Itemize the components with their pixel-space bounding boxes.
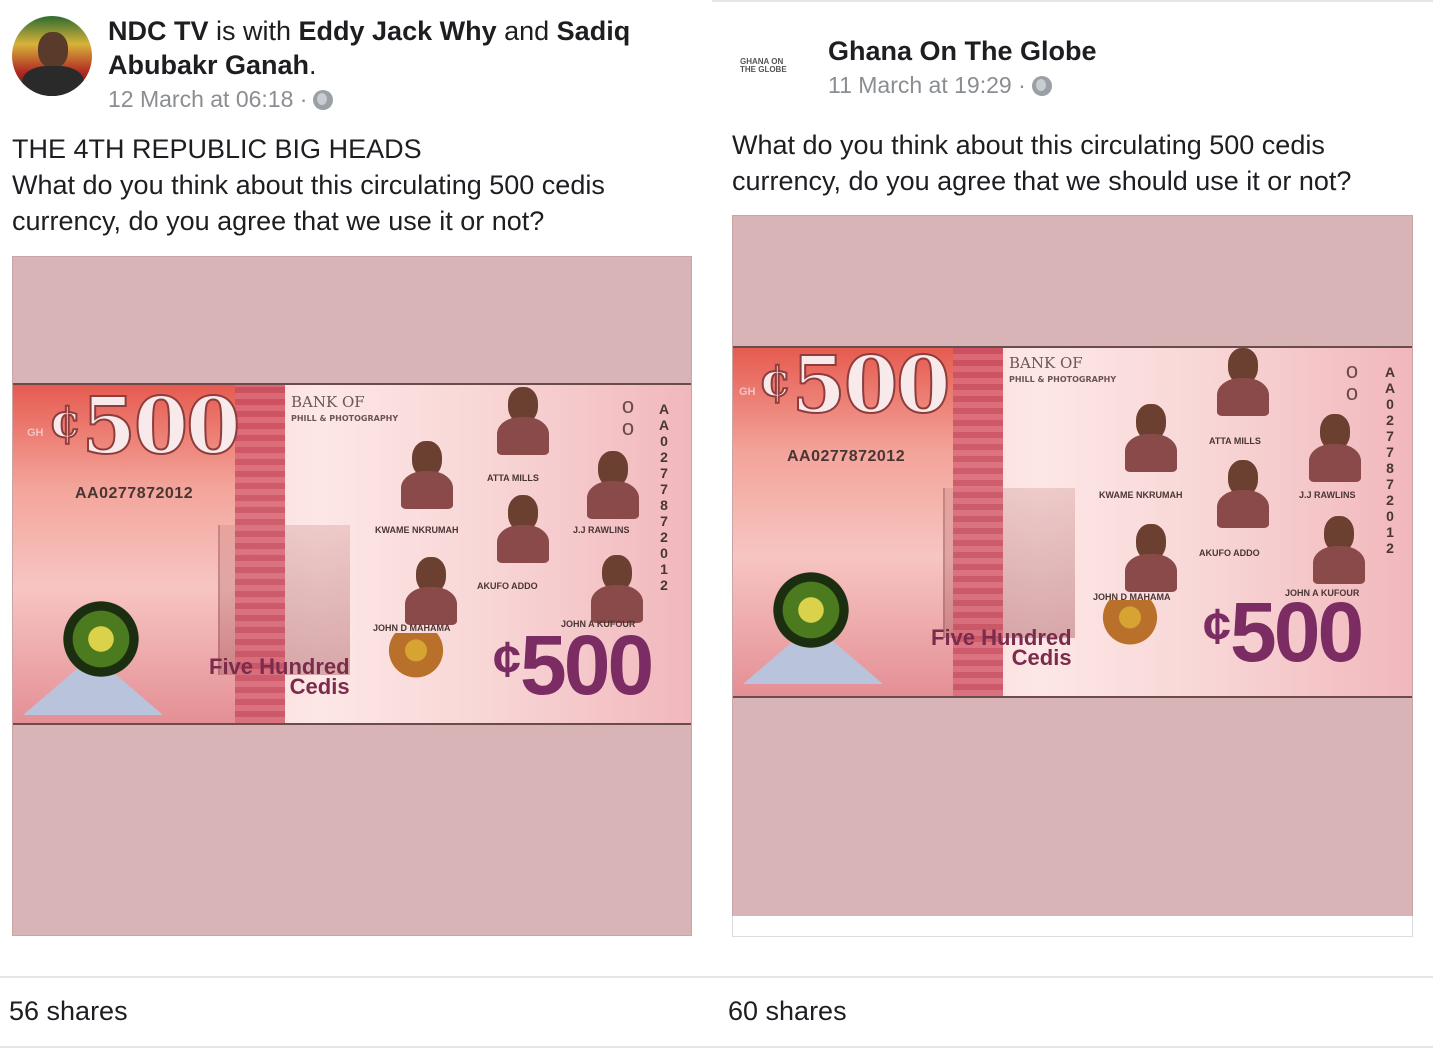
- divider: [0, 976, 712, 978]
- bank-title: BANK OF PHILL & PHOTOGRAPHY: [1009, 354, 1117, 385]
- period: .: [309, 50, 317, 80]
- post-text-line: currency, do you agree that we should us…: [732, 166, 1352, 196]
- portrait-nkrumah: [1125, 404, 1177, 472]
- vertical-serial: AA027787 2012: [658, 401, 670, 593]
- portrait-label: AKUFO ADDO: [1199, 548, 1260, 558]
- portrait-label: AKUFO ADDO: [477, 581, 538, 591]
- post-meta: 12 March at 06:18 ·: [108, 86, 334, 113]
- tagged-person-link[interactable]: Eddy Jack Why: [299, 16, 497, 46]
- serial-number: AA0277872012: [75, 485, 194, 502]
- denomination-top: ¢500: [758, 346, 951, 432]
- portrait-mahama: [1125, 524, 1177, 592]
- portrait-akufo-addo: [1217, 460, 1269, 528]
- timestamp-link[interactable]: 12 March at 06:18 ·: [108, 86, 307, 113]
- post-text: THE 4TH REPUBLIC BIG HEADS What do you t…: [12, 131, 605, 239]
- banknote-rings: o o: [1345, 358, 1359, 405]
- adinkra-symbol: [767, 566, 855, 654]
- portrait-rawlings: [1309, 414, 1361, 482]
- post-header: NDC TV is with Eddy Jack Why and Sadiq Ab…: [108, 14, 688, 82]
- portrait-mahama: [405, 557, 457, 625]
- portrait-kufuor: [591, 555, 643, 623]
- shares-count[interactable]: 56 shares: [9, 996, 128, 1027]
- portrait-label: JOHN D MAHAMA: [373, 623, 451, 633]
- portrait-label: KWAME NKRUMAH: [375, 525, 459, 535]
- denomination-bottom: ¢500: [1203, 585, 1364, 679]
- post-text-line: THE 4TH REPUBLIC BIG HEADS: [12, 134, 422, 164]
- gh-prefix: GH: [27, 427, 44, 439]
- author-link[interactable]: NDC TV: [108, 16, 209, 46]
- author-link[interactable]: Ghana On The Globe: [828, 34, 1097, 68]
- serial-number: AA0277872012: [787, 448, 906, 465]
- image-frame-bottom: [732, 916, 1413, 937]
- globe-icon[interactable]: [313, 89, 334, 110]
- avatar-suit: [22, 66, 84, 96]
- tagged-person-link[interactable]: Sadiq: [557, 16, 631, 46]
- and-text: and: [496, 16, 557, 46]
- divider: [712, 976, 1433, 978]
- coat-of-arms: [381, 633, 451, 691]
- adinkra-symbol: [57, 595, 145, 683]
- post-ghana-on-the-globe: GHANA ON THE GLOBE Ghana On The Globe 11…: [712, 0, 1433, 1051]
- portrait-label: J.J RAWLINS: [573, 525, 630, 535]
- post-text: What do you think about this circulating…: [732, 127, 1351, 199]
- portrait-kufuor: [1313, 516, 1365, 584]
- portrait-label: KWAME NKRUMAH: [1099, 490, 1183, 500]
- portrait-atta-mills: [1217, 348, 1269, 416]
- post-image[interactable]: GH ¢500 AA0277872012 BANK OF PHILL & PHOT…: [732, 215, 1413, 917]
- divider: [0, 1046, 712, 1048]
- portrait-atta-mills: [497, 387, 549, 455]
- post-text-line: What do you think about this circulating…: [732, 130, 1325, 160]
- tagged-person-link[interactable]: Abubakr Ganah: [108, 50, 309, 80]
- post-text-line: What do you think about this circulating…: [12, 170, 605, 200]
- avatar-face: [38, 32, 68, 68]
- divider: [712, 1046, 1433, 1048]
- portrait-label: J.J RAWLINS: [1299, 490, 1356, 500]
- gh-prefix: GH: [739, 386, 756, 398]
- portrait-label: ATTA MILLS: [1209, 436, 1261, 446]
- timestamp-link[interactable]: 11 March at 19:29 ·: [828, 72, 1026, 99]
- banknote-rings: o o: [621, 393, 635, 440]
- post-image[interactable]: GH ¢500 AA0277872012 BANK OF PHILL & PHOT…: [12, 256, 692, 936]
- shares-count[interactable]: 60 shares: [728, 996, 847, 1027]
- banknote-image: GH ¢500 AA0277872012 BANK OF PHILL & PHOT…: [13, 383, 691, 725]
- avatar-logo: GHANA ON THE GLOBE: [740, 57, 787, 74]
- post-text-line: currency, do you agree that we use it or…: [12, 206, 545, 236]
- with-text: is with: [208, 16, 299, 46]
- denomination-words: Five Hundred Cedis: [209, 654, 350, 699]
- denomination-words: Five Hundred Cedis: [931, 625, 1072, 670]
- portrait-akufo-addo: [497, 495, 549, 563]
- bank-title: BANK OF PHILL & PHOTOGRAPHY: [291, 393, 399, 424]
- post-ndc-tv: NDC TV is with Eddy Jack Why and Sadiq Ab…: [0, 0, 712, 1051]
- portrait-rawlings: [587, 451, 639, 519]
- denomination-top: ¢500: [48, 383, 241, 473]
- avatar[interactable]: [12, 16, 92, 96]
- portrait-label: ATTA MILLS: [487, 473, 539, 483]
- vertical-serial: AA027787 2012: [1384, 364, 1396, 556]
- avatar[interactable]: GHANA ON THE GLOBE: [740, 36, 800, 96]
- denomination-bottom: ¢500: [493, 618, 654, 712]
- post-meta: 11 March at 19:29 ·: [828, 72, 1052, 99]
- banknote-image: GH ¢500 AA0277872012 BANK OF PHILL & PHOT…: [733, 346, 1412, 698]
- portrait-nkrumah: [401, 441, 453, 509]
- globe-icon[interactable]: [1031, 75, 1052, 96]
- coat-of-arms: [1095, 600, 1165, 658]
